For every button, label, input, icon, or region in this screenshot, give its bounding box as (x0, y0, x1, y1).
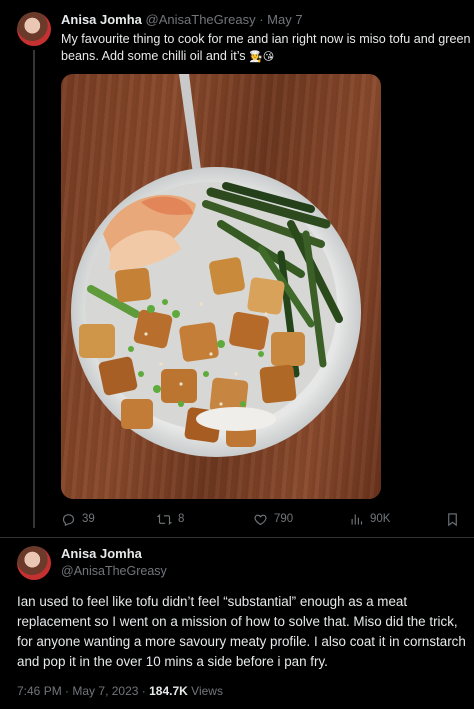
author-name[interactable]: Anisa Jomha (61, 546, 142, 562)
views-button[interactable]: 90K (349, 509, 390, 529)
author-handle[interactable]: @AnisaTheGreasy (146, 12, 256, 27)
tweet-emojis: 🧑‍🍳😘 (249, 51, 275, 63)
retweet-count: 8 (178, 513, 185, 525)
retweet-button[interactable]: 8 (157, 509, 184, 529)
bookmark-button[interactable] (445, 509, 460, 529)
tweet-photo[interactable] (61, 74, 381, 499)
reply-icon (62, 513, 75, 526)
bookmark-icon (448, 512, 457, 526)
author-name[interactable]: Anisa Jomha (61, 12, 142, 27)
views-label: Views (191, 684, 223, 698)
rice (196, 407, 276, 431)
tweet-actions: 39 8 790 90K (61, 509, 466, 529)
tweet-full-date[interactable]: May 7, 2023 (72, 684, 138, 698)
views-chart-icon (351, 514, 363, 524)
reply-text: Ian used to feel like tofu didn’t feel “… (17, 594, 466, 669)
bowl-illustration (71, 74, 361, 457)
views-count: 90K (370, 513, 391, 525)
avatar[interactable] (17, 12, 51, 46)
header-separator: · (259, 12, 264, 27)
tweet-date[interactable]: May 7 (267, 12, 302, 27)
tweet-header: Anisa Jomha @AnisaTheGreasy · May 7 (61, 12, 303, 28)
heart-icon (254, 514, 267, 525)
divider (0, 537, 474, 538)
tweet-meta: 7:46 PM · May 7, 2023 · 184.7K Views (17, 684, 223, 698)
like-button[interactable]: 790 (253, 509, 293, 529)
thread-connector-line (33, 50, 35, 528)
views-total: 184.7K (149, 684, 188, 698)
tweet-time[interactable]: 7:46 PM (17, 684, 62, 698)
author-handle[interactable]: @AnisaTheGreasy (61, 563, 167, 579)
tweet-text: My favourite thing to cook for me and ia… (61, 31, 471, 66)
like-count: 790 (274, 513, 294, 525)
retweet-icon (157, 513, 172, 525)
tweet[interactable]: Anisa Jomha @AnisaTheGreasy · May 7 My f… (0, 0, 474, 537)
reply-count: 39 (82, 513, 95, 525)
avatar[interactable] (17, 546, 51, 580)
reply-button[interactable]: 39 (61, 509, 95, 529)
